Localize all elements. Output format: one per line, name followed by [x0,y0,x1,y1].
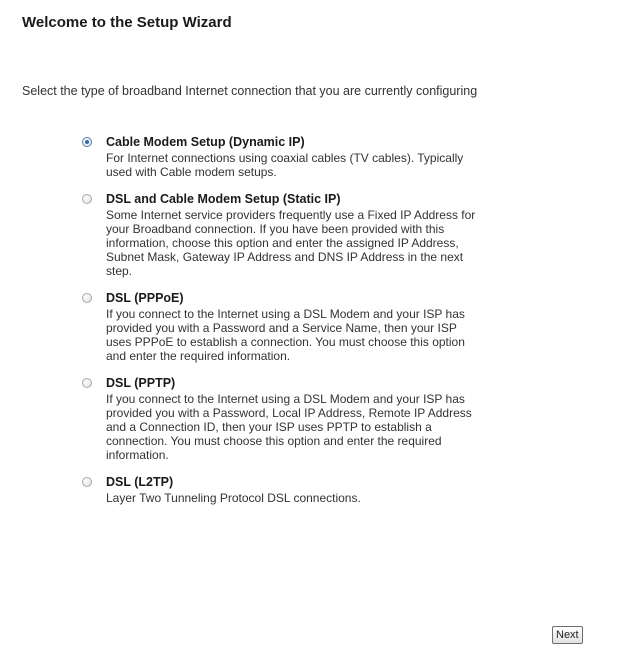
connection-type-prompt: Select the type of broadband Internet co… [22,84,478,98]
radio-button[interactable] [82,378,92,388]
description-line: your Broadband connection. If you have b… [106,222,445,236]
description-line: and a Connection ID, then your ISP uses … [106,420,432,434]
option-description: Some Internet service providers frequent… [106,208,475,278]
description-line: uses PPPoE to establish a connection. Yo… [106,335,465,349]
description-line: If you connect to the Internet using a D… [106,392,465,406]
option-title: DSL (L2TP) [106,475,174,489]
option-body: DSL (PPTP) If you connect to the Interne… [106,375,472,462]
option-body: DSL (PPPoE) If you connect to the Intern… [106,290,465,363]
next-button[interactable]: Next [552,626,583,644]
description-line: and enter the required information. [106,349,291,363]
option-description: For Internet connections using coaxial c… [106,151,463,179]
radio-button[interactable] [82,477,92,487]
option-dsl-cable-static-ip[interactable]: DSL and Cable Modem Setup (Static IP) So… [82,191,602,278]
option-description: If you connect to the Internet using a D… [106,307,465,363]
radio-button[interactable] [82,137,92,147]
radio-button[interactable] [82,194,92,204]
option-body: Cable Modem Setup (Dynamic IP) For Inter… [106,134,463,179]
description-line: Subnet Mask, Gateway IP Address and DNS … [106,250,464,264]
option-title: DSL (PPPoE) [106,291,184,305]
description-line: connection. You must choose this option … [106,434,442,448]
option-description: Layer Two Tunneling Protocol DSL connect… [106,491,361,505]
description-line: For Internet connections using coaxial c… [106,151,464,165]
option-body: DSL (L2TP) Layer Two Tunneling Protocol … [106,474,361,505]
option-dsl-pppoe[interactable]: DSL (PPPoE) If you connect to the Intern… [82,290,602,363]
option-dsl-pptp[interactable]: DSL (PPTP) If you connect to the Interne… [82,375,602,462]
page-title: Welcome to the Setup Wizard [22,14,232,31]
description-line: If you connect to the Internet using a D… [106,307,465,321]
description-line: information. [106,448,169,462]
option-dsl-l2tp[interactable]: DSL (L2TP) Layer Two Tunneling Protocol … [82,474,602,505]
option-title: DSL and Cable Modem Setup (Static IP) [106,192,341,206]
description-line: Some Internet service providers frequent… [106,208,476,222]
option-description: If you connect to the Internet using a D… [106,392,472,462]
option-cable-modem-dynamic-ip[interactable]: Cable Modem Setup (Dynamic IP) For Inter… [82,134,602,179]
description-line: information, choose this option and ente… [106,236,459,250]
option-title: DSL (PPTP) [106,376,176,390]
description-line: step. [106,264,133,278]
description-line: provided you with a Password, Local IP A… [106,406,472,420]
option-title: Cable Modem Setup (Dynamic IP) [106,135,305,149]
description-line: Layer Two Tunneling Protocol DSL connect… [106,491,361,505]
description-line: used with Cable modem setups. [106,165,277,179]
connection-type-options: Cable Modem Setup (Dynamic IP) For Inter… [82,134,602,505]
description-line: provided you with a Password and a Servi… [106,321,457,335]
option-body: DSL and Cable Modem Setup (Static IP) So… [106,191,475,278]
radio-button[interactable] [82,293,92,303]
